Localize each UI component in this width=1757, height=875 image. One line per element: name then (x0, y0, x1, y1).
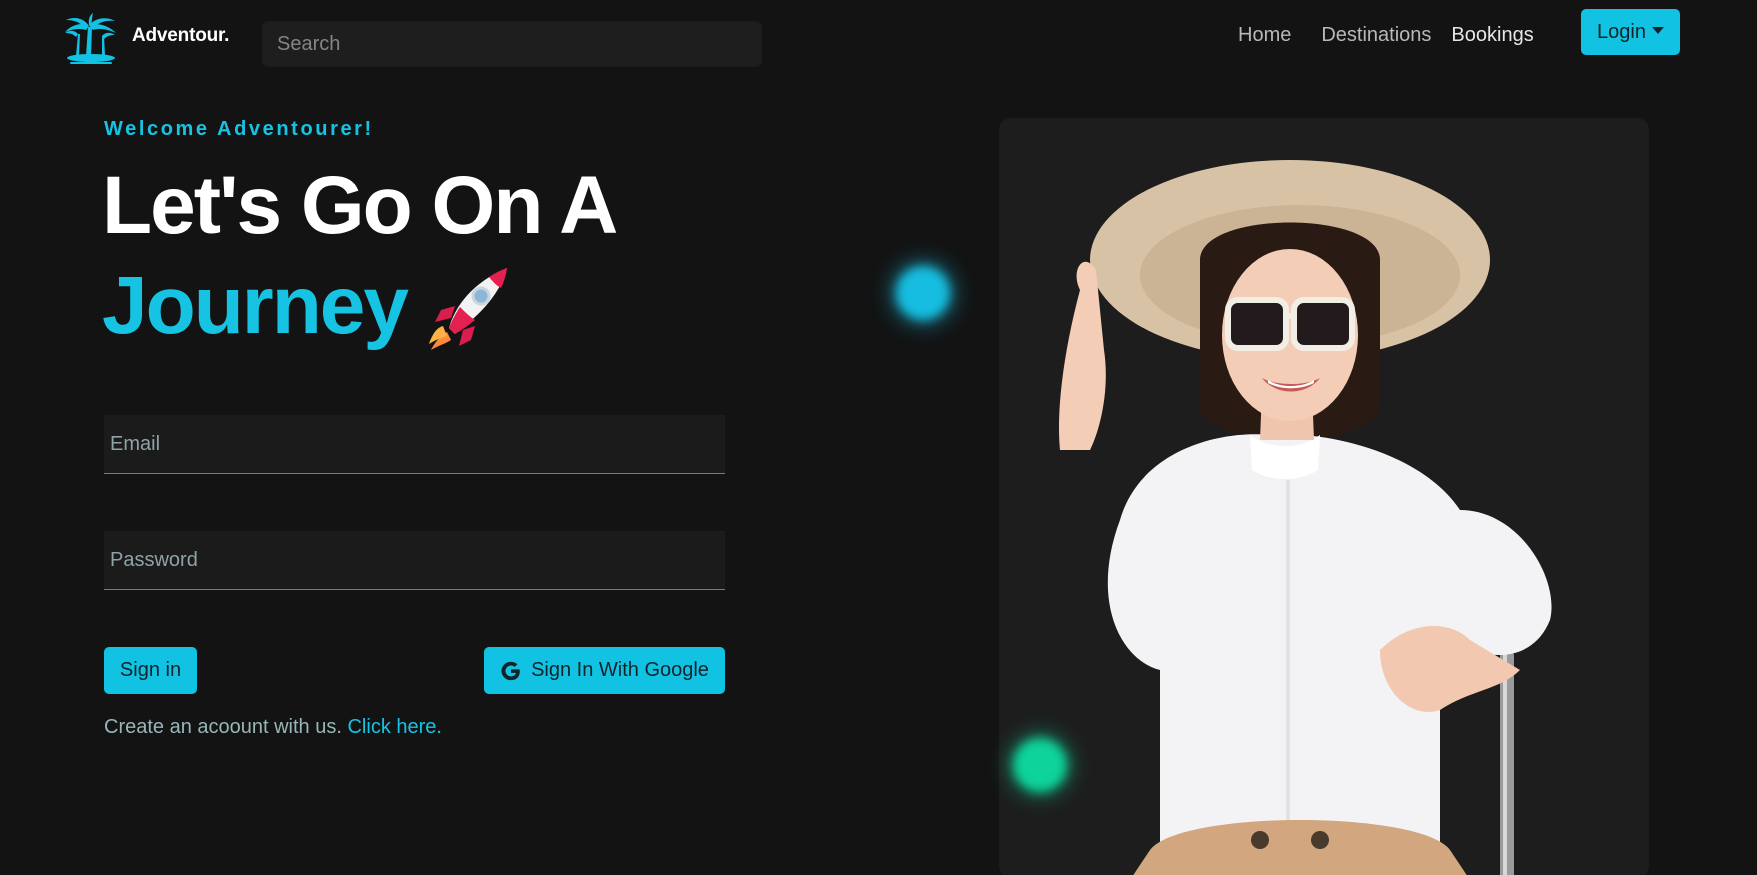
sign-in-button[interactable]: Sign in (104, 647, 197, 694)
sign-in-label: Sign in (119, 659, 182, 681)
google-icon (501, 661, 520, 680)
headline-line-2: Journey (102, 256, 515, 356)
google-sign-in-label: Sign In With Google (531, 659, 709, 681)
nav-destinations-link[interactable]: Destinations (1321, 22, 1431, 48)
headline-line-1: Let's Go On A (102, 160, 618, 251)
create-account-text: Create an acoount with us. (104, 716, 342, 738)
password-field[interactable] (104, 531, 725, 590)
headline-journey: Journey (102, 260, 409, 351)
email-field[interactable] (104, 415, 725, 474)
traveler-woman-image (1058, 160, 1552, 875)
page: Adventour. Home Destinations Bookings Lo… (0, 0, 1757, 875)
login-dropdown-button[interactable]: Login (1581, 9, 1680, 55)
navbar: Adventour. Home Destinations Bookings Lo… (0, 0, 1757, 80)
nav-bookings-link[interactable]: Bookings (1451, 22, 1533, 48)
login-label: Login (1597, 20, 1646, 43)
rocket-icon (429, 268, 507, 350)
caret-down-icon (1651, 26, 1664, 34)
brand[interactable]: Adventour. (60, 12, 229, 66)
nav-links: Home Destinations Bookings (1238, 22, 1534, 48)
create-account-link[interactable]: Click here. (347, 716, 441, 738)
nav-home-link[interactable]: Home (1238, 22, 1291, 48)
google-sign-in-button[interactable]: Sign In With Google (484, 647, 725, 694)
palm-tree-icon (65, 13, 116, 64)
create-account-line: Create an acoount with us. Click here. (104, 716, 442, 739)
search-input[interactable] (262, 21, 762, 67)
brand-name: Adventour. (132, 25, 230, 46)
cyan-glow-dot (896, 266, 950, 320)
welcome-text: Welcome Adventourer! (104, 118, 374, 140)
